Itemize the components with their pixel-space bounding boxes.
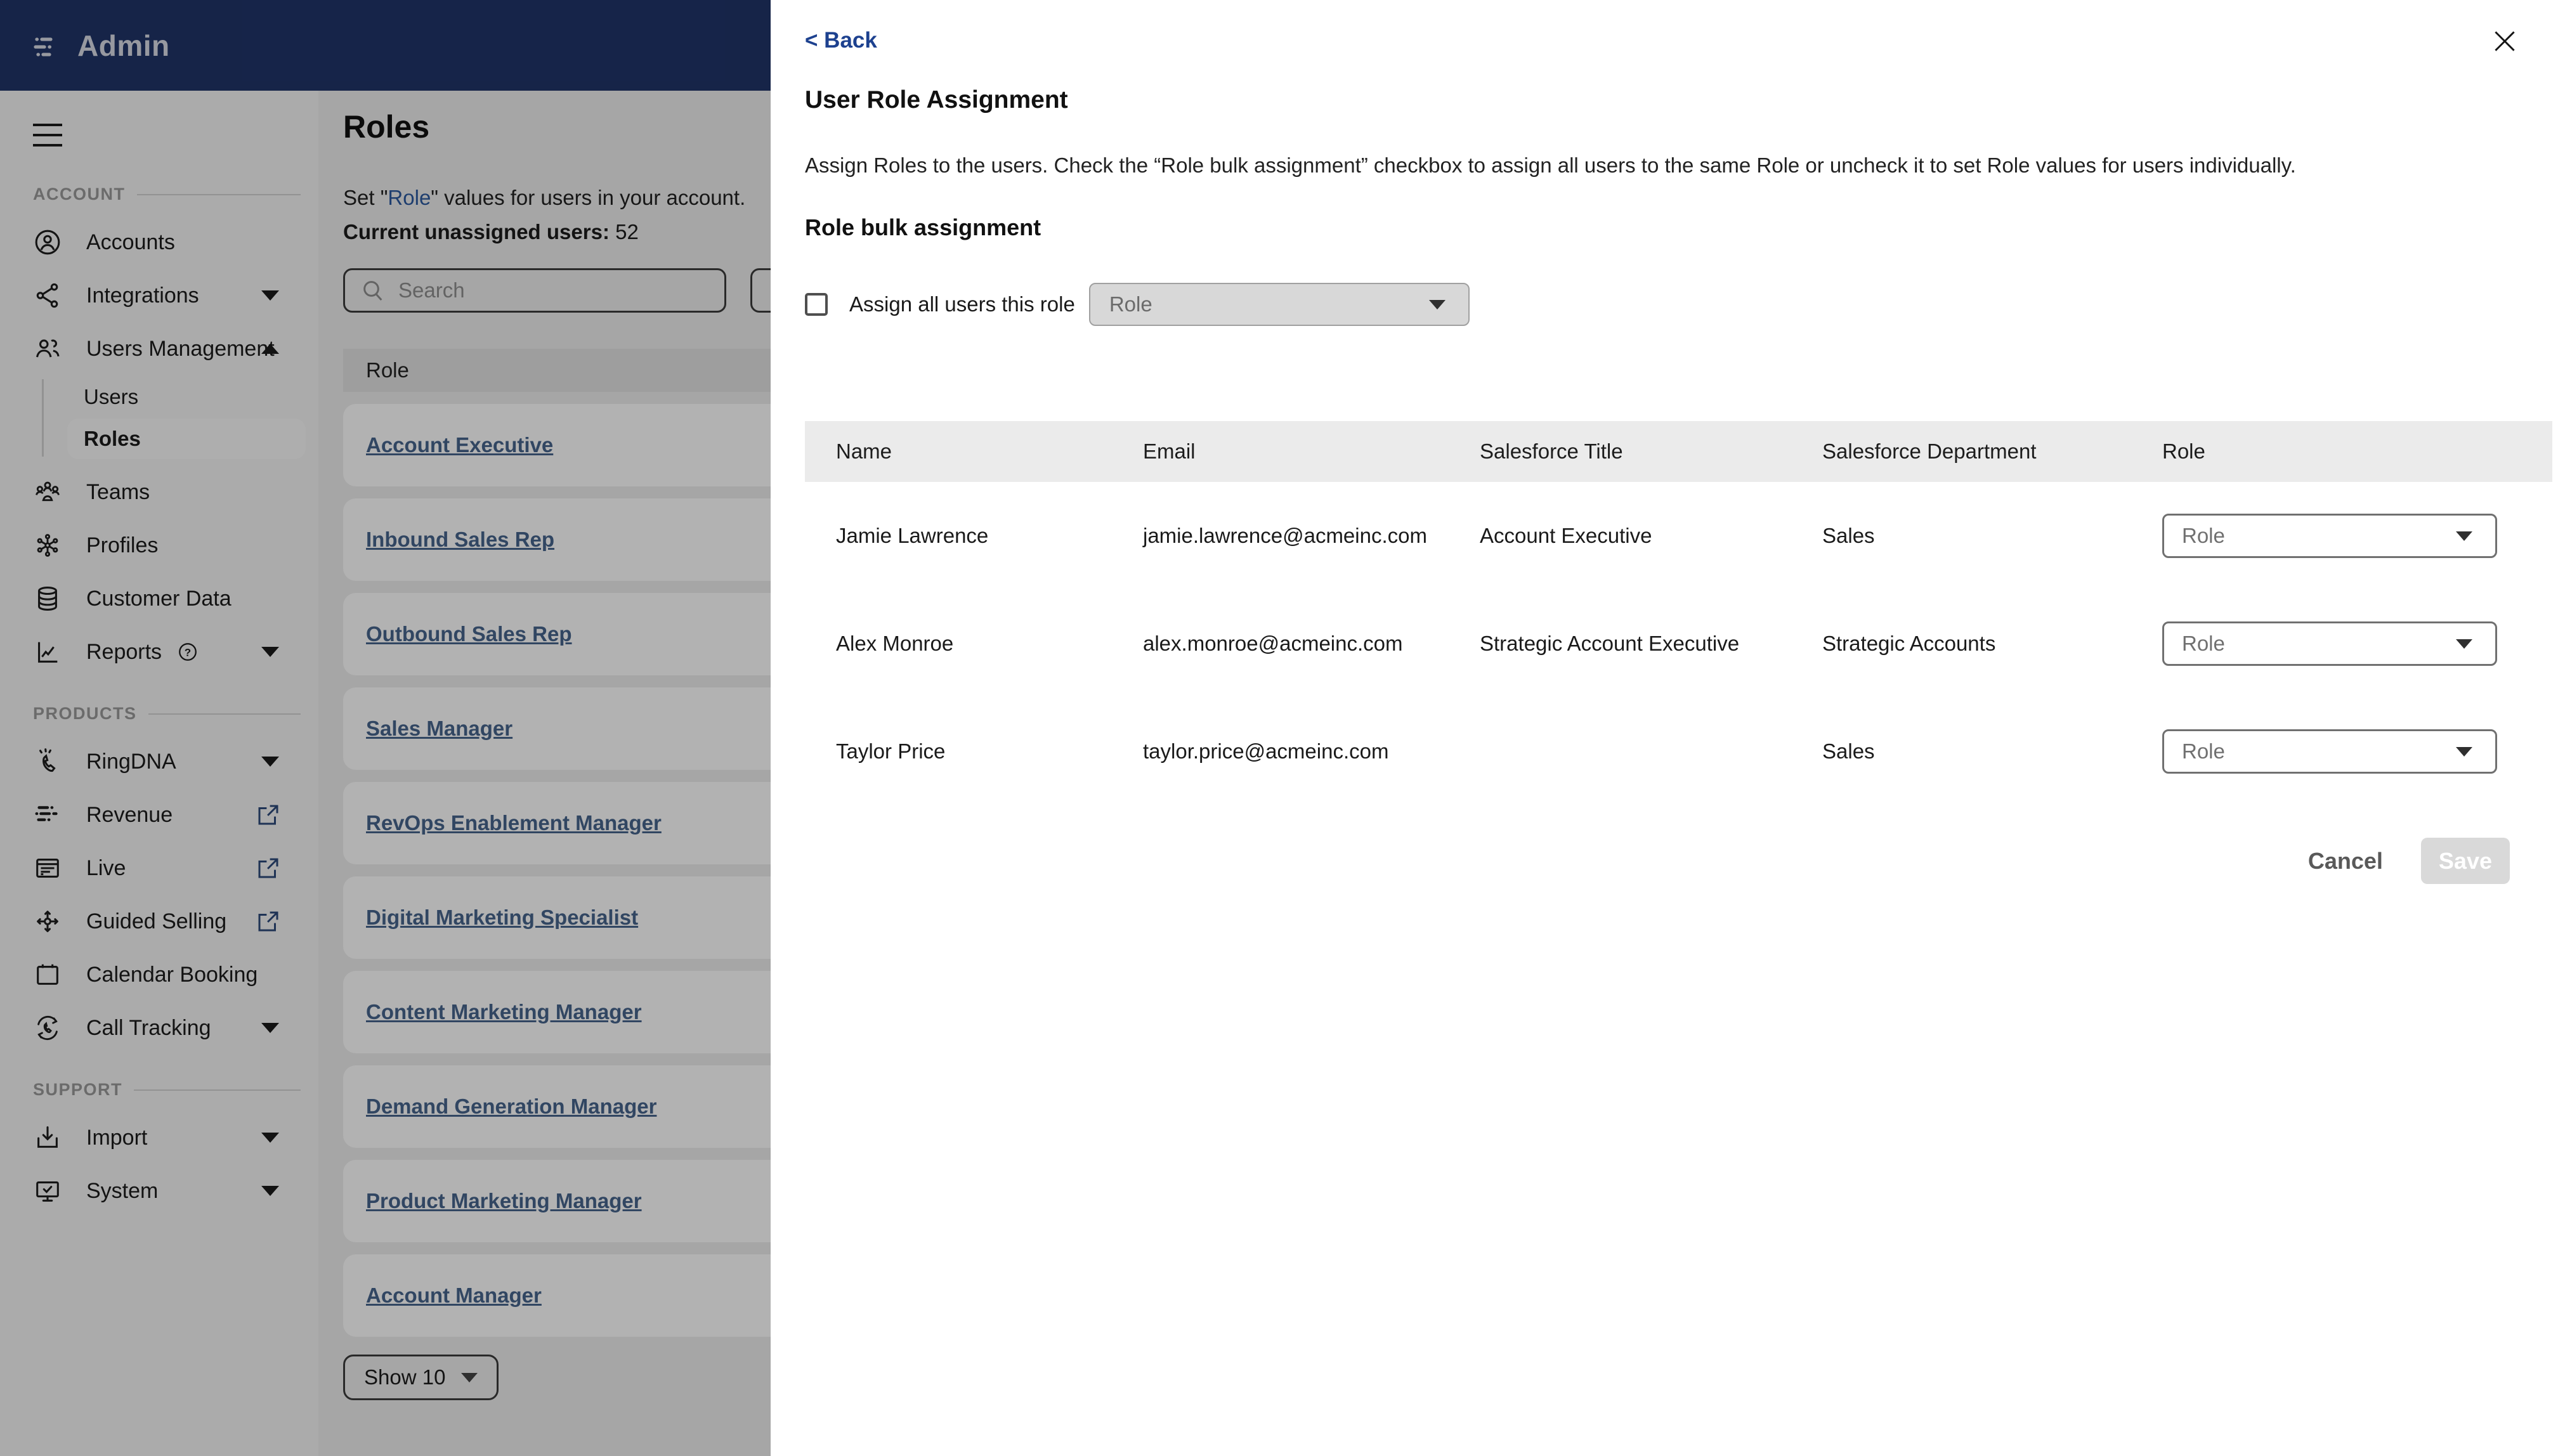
back-button[interactable]: < Back [805,28,877,53]
cell-title: Account Executive [1480,524,1652,547]
chevron-down-icon [2456,746,2472,757]
table-row: Jamie Lawrence jamie.lawrence@acmeinc.co… [805,482,2552,590]
chevron-down-icon [2456,531,2472,541]
table-header-row: Name Email Salesforce Title Salesforce D… [805,421,2552,482]
close-icon[interactable] [2489,25,2521,57]
cell-name: Jamie Lawrence [836,524,989,547]
cell-email: taylor.price@acmeinc.com [1143,739,1389,763]
table-row: Taylor Price taylor.price@acmeinc.com Sa… [805,698,2552,805]
cell-department: Strategic Accounts [1822,632,1996,655]
chevron-down-icon [2456,639,2472,649]
column-header-role: Role [2162,439,2205,463]
cell-email: jamie.lawrence@acmeinc.com [1143,524,1427,547]
bulk-assignment-heading: Role bulk assignment [805,214,1041,240]
panel-description: Assign Roles to the users. Check the “Ro… [805,153,2296,177]
table-row: Alex Monroe alex.monroe@acmeinc.com Stra… [805,590,2552,698]
cancel-button[interactable]: Cancel [2308,848,2383,874]
row-role-select[interactable]: Role [2162,514,2497,558]
cell-name: Alex Monroe [836,632,954,655]
user-role-assignment-panel: < Back User Role Assignment Assign Roles… [771,0,2565,1456]
panel-footer: Cancel Save [2308,838,2510,884]
save-button[interactable]: Save [2420,838,2510,884]
column-header-department: Salesforce Department [1822,439,2037,463]
cell-name: Taylor Price [836,739,946,763]
cell-email: alex.monroe@acmeinc.com [1143,632,1403,655]
bulk-assignment-row: Assign all users this role Role [805,283,2527,326]
column-header-name: Name [836,439,892,463]
column-header-title: Salesforce Title [1480,439,1623,463]
row-role-select[interactable]: Role [2162,621,2497,666]
cell-department: Sales [1822,739,1875,763]
cell-department: Sales [1822,524,1875,547]
bulk-assignment-checkbox[interactable] [805,293,828,316]
bulk-checkbox-label: Assign all users this role [849,292,1075,316]
chevron-down-icon [1428,299,1446,309]
cell-title: Strategic Account Executive [1480,632,1740,655]
panel-title: User Role Assignment [805,86,1068,114]
row-role-select[interactable]: Role [2162,729,2497,774]
users-table: Name Email Salesforce Title Salesforce D… [805,421,2552,805]
column-header-email: Email [1143,439,1196,463]
bulk-role-select[interactable]: Role [1088,283,1470,326]
